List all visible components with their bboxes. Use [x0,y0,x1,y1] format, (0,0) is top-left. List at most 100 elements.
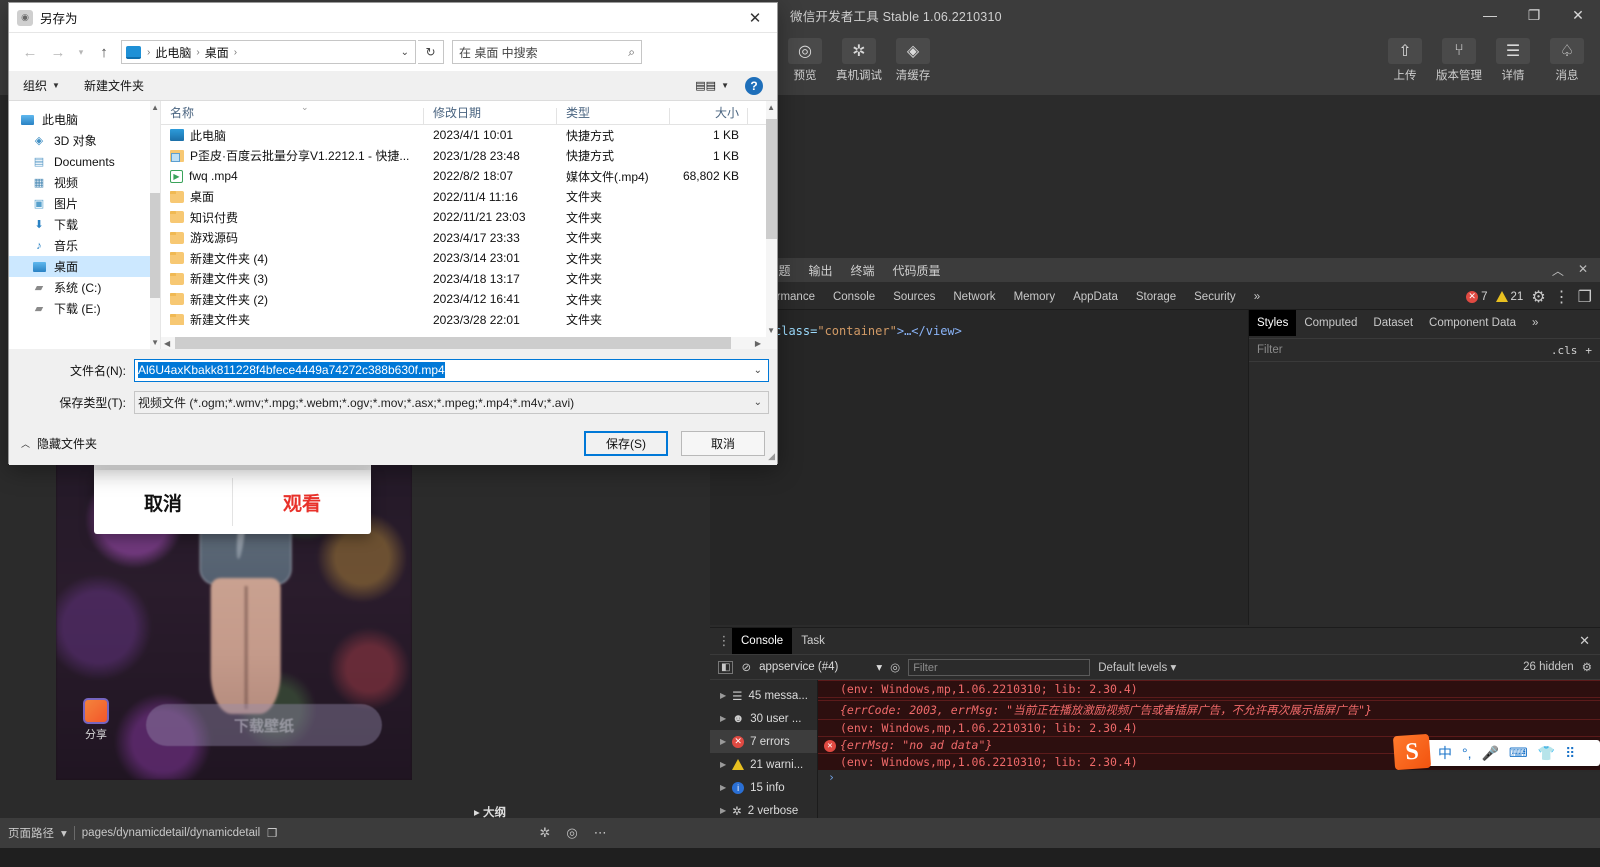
console-sidebar-item-info[interactable]: ▶ i 15 info [710,776,817,799]
table-row[interactable]: P歪皮·百度云批量分享V1.2212.1 - 快捷... 2023/1/28 2… [161,146,777,167]
download-wallpaper-button[interactable]: 下载壁纸 [146,704,382,746]
console-prompt[interactable]: › [818,770,1600,784]
console-close-button[interactable]: ✕ [1579,633,1600,649]
maximize-button[interactable]: ❐ [1512,0,1556,30]
ime-voice-icon[interactable]: 🎤 [1482,745,1499,762]
chevron-down-icon[interactable]: ▾ [61,826,67,840]
console-settings-gear-icon[interactable]: ⚙ [1582,660,1592,674]
console-sidebar-item-user[interactable]: ▶ ☻ 30 user ... [710,707,817,730]
tree-item-music[interactable]: ♪ 音乐 [9,235,160,256]
chevron-down-icon[interactable]: ⌄ [401,47,411,58]
console-sidebar-item-errors[interactable]: ▶ ✕ 7 errors [710,730,817,753]
toolbar-real-device-debug[interactable]: ✲ 真机调试 [834,38,884,83]
table-row[interactable]: ▶fwq .mp4 2022/8/2 18:07 媒体文件(.mp4) 68,8… [161,166,777,187]
devtools-error-count[interactable]: ✕ 7 [1466,291,1487,303]
styles-filter-input[interactable]: Filter [1257,344,1283,356]
ime-language-toggle[interactable]: 中 [1438,743,1452,763]
ime-toolbox-icon[interactable]: ⠿ [1565,745,1575,762]
add-rule-button[interactable]: + [1585,344,1592,357]
filetype-select[interactable]: 视频文件 (*.ogm;*.wmv;*.mpg;*.webm;*.ogv;*.m… [134,391,769,414]
tab-security[interactable]: Security [1185,284,1245,310]
table-row[interactable]: 知识付费 2022/11/21 23:03 文件夹 [161,207,777,228]
dialog-watch-button[interactable]: 观看 [233,470,371,534]
column-header-date[interactable]: 修改日期 [424,104,557,121]
vertical-scroll-thumb[interactable] [766,119,777,239]
tab-task[interactable]: Task [792,628,834,654]
toolbar-clear-cache[interactable]: ◈ 清缓存 [888,38,938,83]
cancel-button[interactable]: 取消 [681,431,765,456]
tab-sources[interactable]: Sources [884,284,944,310]
console-filter-input[interactable]: Filter [908,659,1090,676]
copy-icon[interactable]: ❐ [267,826,277,840]
close-button[interactable]: ✕ [1556,0,1600,30]
table-row[interactable]: 新建文件夹 2023/3/28 22:01 文件夹 [161,310,777,326]
clear-console-icon[interactable]: ⊘ [741,660,751,674]
table-row[interactable]: 新建文件夹 (2) 2023/4/12 16:41 文件夹 [161,289,777,310]
save-button[interactable]: 保存(S) [584,431,668,456]
tree-item-desktop[interactable]: 桌面 [9,256,160,277]
minimize-button[interactable]: — [1468,0,1512,30]
help-icon[interactable]: ? [745,77,763,95]
tree-item-pictures[interactable]: ▣ 图片 [9,193,160,214]
column-header-type[interactable]: 类型 [557,104,670,121]
table-row[interactable]: 游戏源码 2023/4/17 23:33 文件夹 [161,228,777,249]
resize-grip-icon[interactable]: ◢ [768,451,775,462]
new-folder-button[interactable]: 新建文件夹 [84,77,144,94]
toolbar-messages[interactable]: ♤ 消息 [1542,38,1592,83]
console-log-row[interactable]: (env: Windows,mp,1.06.2210310; lib: 2.30… [818,680,1600,697]
scroll-right-icon[interactable]: ▶ [755,339,761,348]
tab-computed[interactable]: Computed [1296,310,1365,336]
organize-button[interactable]: 组织 ▼ [23,77,60,94]
dialog-cancel-button[interactable]: 取消 [94,470,232,534]
address-bar[interactable]: › 此电脑 › 桌面 › ⌄ [121,40,416,64]
scroll-down-icon[interactable]: ▼ [151,338,159,347]
console-sidebar-item-warnings[interactable]: ▶ 21 warni... [710,753,817,776]
tree-item-system-c[interactable]: ▰ 系统 (C:) [9,277,160,298]
tab-component-data[interactable]: Component Data [1421,310,1524,336]
tree-item-this-pc[interactable]: 此电脑 [9,109,160,130]
console-kebab-icon[interactable]: ⋮ [716,633,732,649]
forward-button[interactable]: → [45,39,71,65]
tree-item-videos[interactable]: ▦ 视频 [9,172,160,193]
statusbar-more-icon[interactable]: ⋯ [594,825,607,841]
tab-output[interactable]: 输出 [808,262,832,279]
tabs-overflow-button[interactable]: » [1245,284,1269,310]
gear-icon[interactable]: ⚙ [1531,287,1545,307]
dock-icon[interactable]: ❐ [1578,287,1592,307]
console-log-row[interactable]: (env: Windows,mp,1.06.2210310; lib: 2.30… [818,719,1600,736]
back-button[interactable]: ← [17,39,43,65]
ime-skin-icon[interactable]: 👕 [1538,745,1555,762]
tab-memory[interactable]: Memory [1005,284,1065,310]
kebab-icon[interactable]: ⋮ [1554,287,1570,307]
tab-dataset[interactable]: Dataset [1365,310,1421,336]
hide-folders-toggle[interactable]: ︿ 隐藏文件夹 [21,435,97,452]
scroll-up-icon[interactable]: ▲ [767,103,775,112]
toolbar-details[interactable]: ☰ 详情 [1488,38,1538,83]
console-sidebar-toggle[interactable]: ◧ [718,661,733,674]
console-log-row[interactable]: {errCode: 2003, errMsg: "当前正在播放激励视频广告或者插… [818,700,1600,719]
chevron-down-icon[interactable]: ⌄ [754,365,765,376]
refresh-button[interactable]: ↻ [418,40,444,64]
horizontal-scroll-thumb[interactable] [175,337,731,349]
devtools-warning-count[interactable]: 21 [1496,291,1524,303]
tab-appdata[interactable]: AppData [1064,284,1127,310]
tree-item-3d-objects[interactable]: ◈ 3D 对象 [9,130,160,151]
breadcrumb-this-pc[interactable]: 此电脑 [153,44,193,61]
scroll-left-icon[interactable]: ◀ [164,339,170,348]
toolbar-upload[interactable]: ⇧ 上传 [1380,38,1430,83]
tree-item-downloads-e[interactable]: ▰ 下载 (E:) [9,298,160,319]
view-options-button[interactable]: ▤▤ ▼ [695,79,729,92]
console-eye-icon[interactable]: ◎ [890,660,900,674]
tree-item-downloads[interactable]: ⬇ 下载 [9,214,160,235]
close-panel-button[interactable]: ✕ [1578,262,1588,279]
tab-code-quality[interactable]: 代码质量 [893,262,941,279]
recent-locations-button[interactable]: ▾ [73,39,89,65]
scroll-down-icon[interactable]: ▼ [767,326,775,335]
tab-terminal[interactable]: 终端 [851,262,875,279]
dialog-close-button[interactable]: ✕ [733,3,777,33]
toolbar-version[interactable]: ⑂ 版本管理 [1434,38,1484,83]
file-list-vertical-scrollbar[interactable]: ▲ ▼ [766,101,777,349]
tab-console-drawer[interactable]: Console [732,628,792,654]
page-path-value[interactable]: pages/dynamicdetail/dynamicdetail [82,827,260,839]
sogou-logo-icon[interactable]: S [1393,734,1431,770]
